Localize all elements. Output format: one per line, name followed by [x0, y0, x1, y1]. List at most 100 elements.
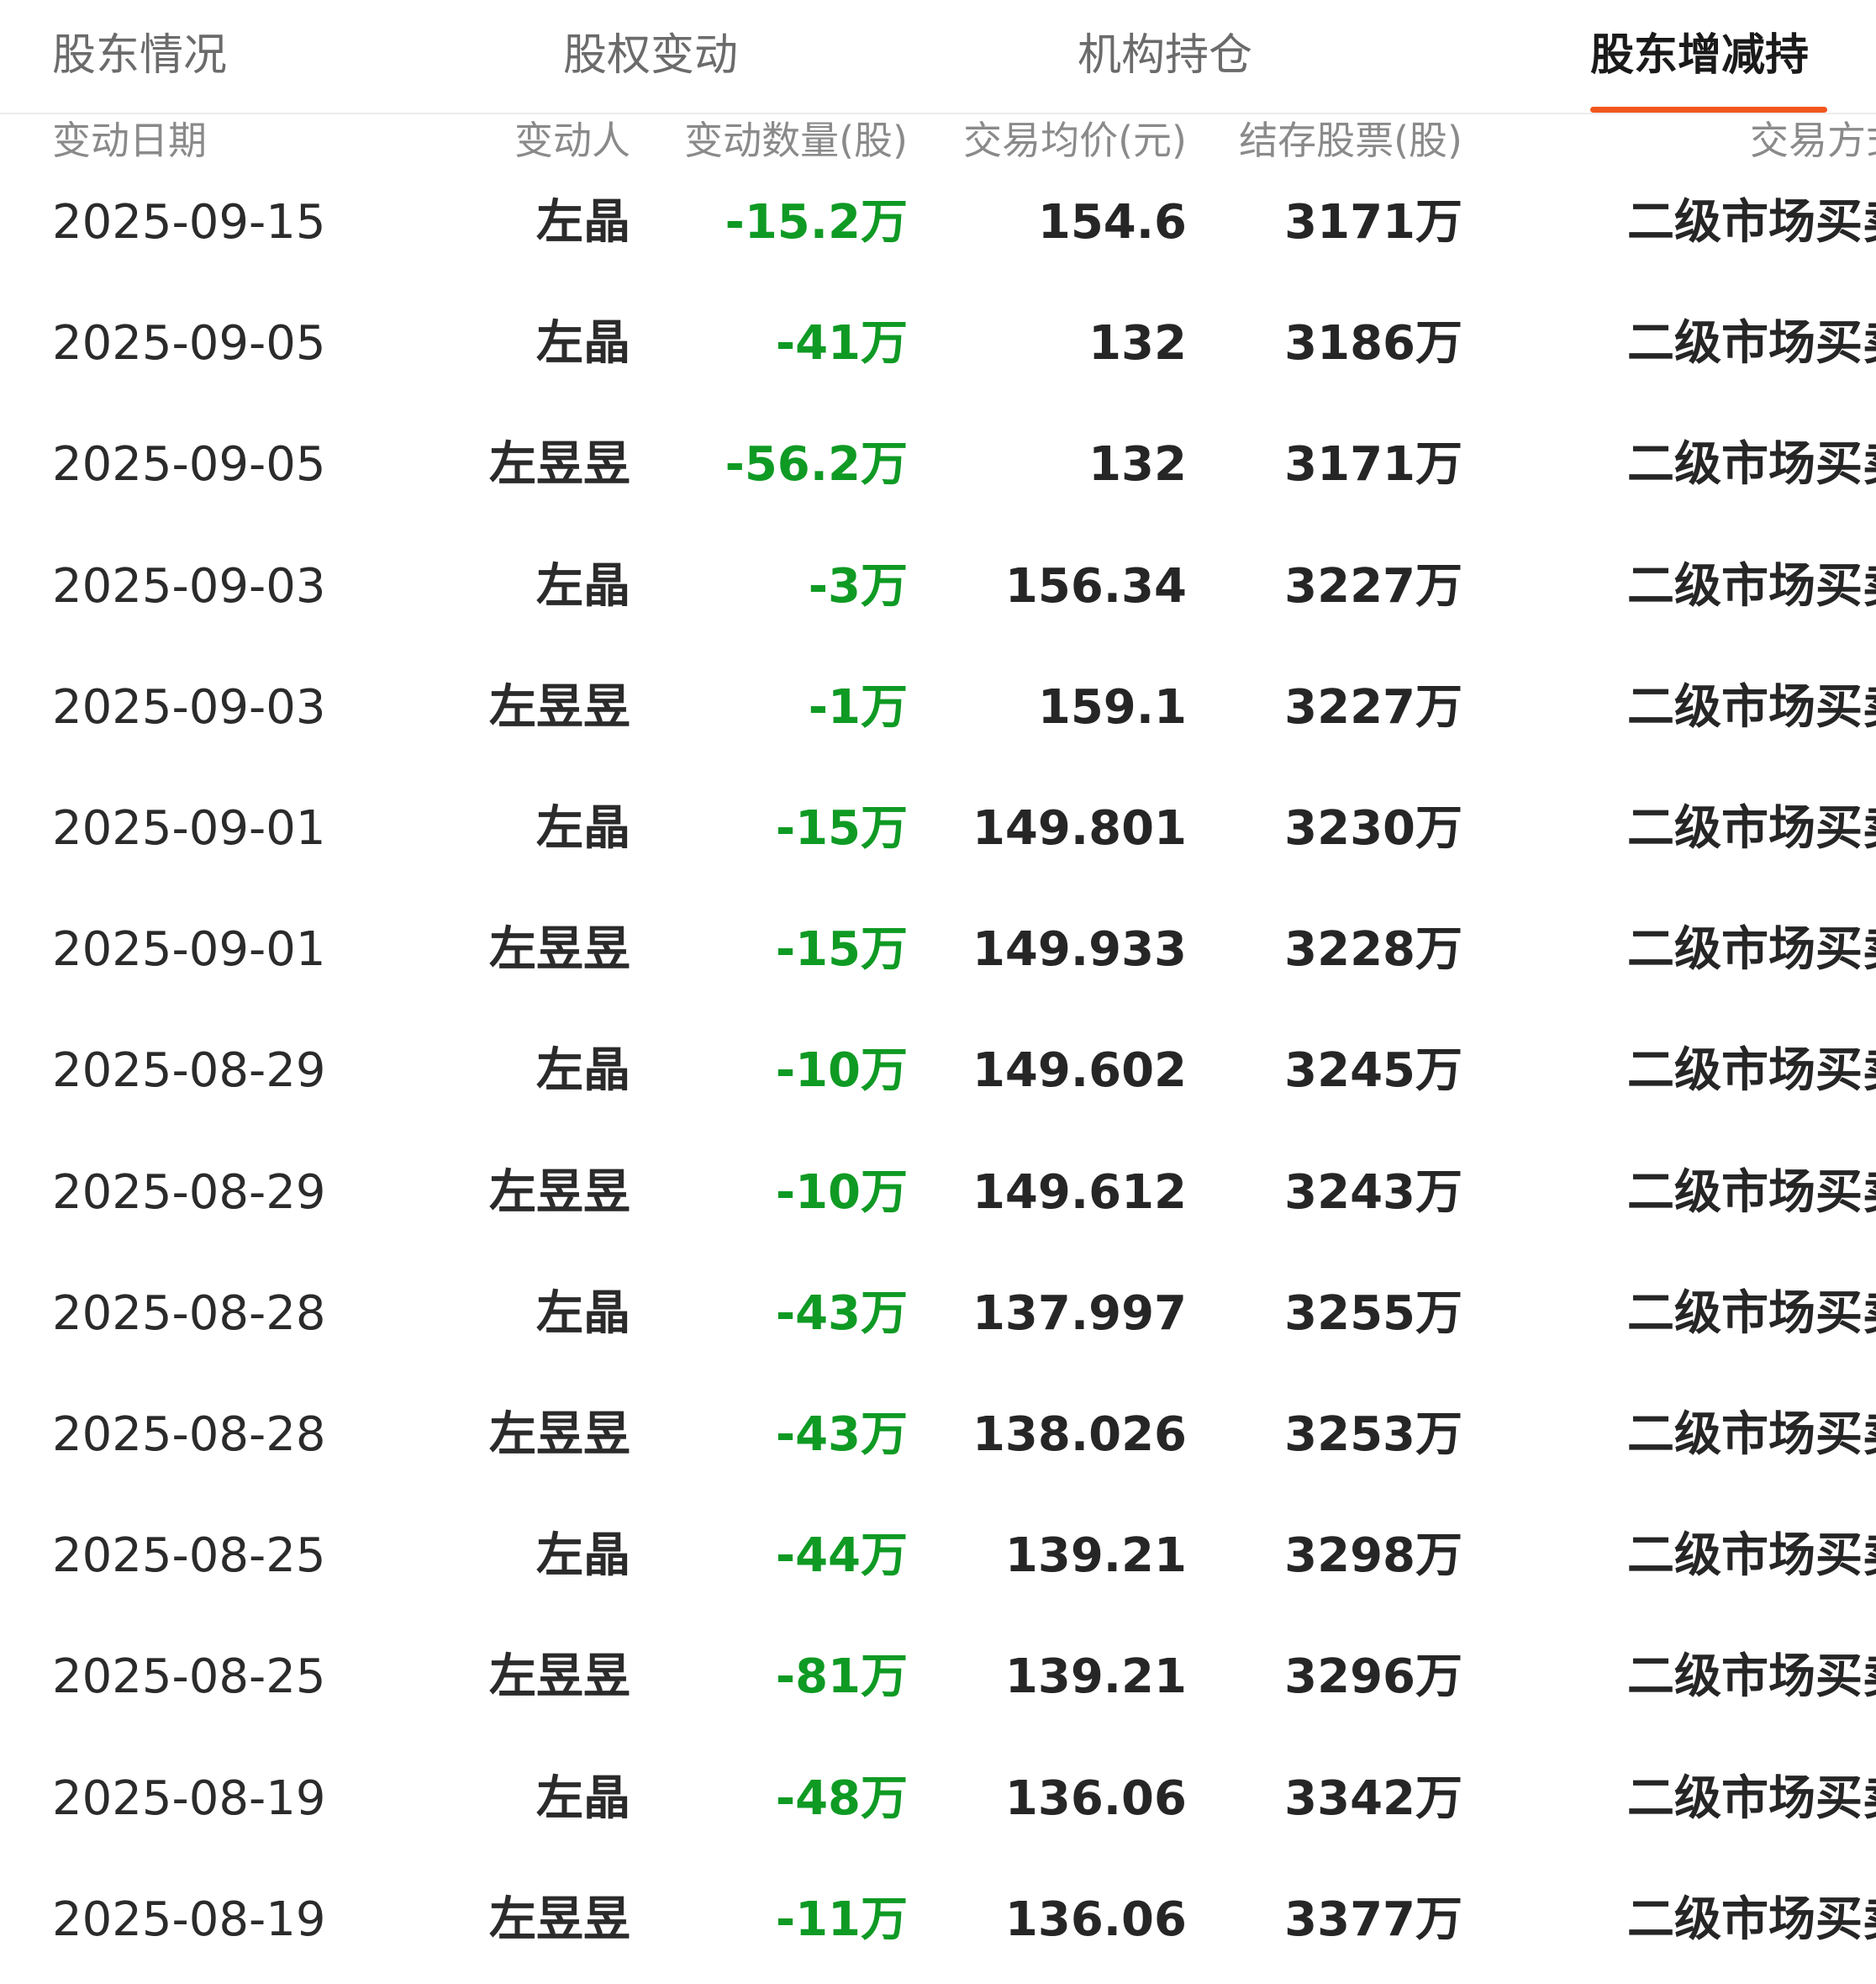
cell-change-date: 2025-08-28	[52, 1407, 326, 1462]
cell-avg-price: 137.997	[972, 1285, 1187, 1341]
cell-holding: 3227万	[1284, 679, 1462, 735]
cell-change-amount: -81万	[775, 1649, 908, 1705]
cell-changer: 左晶	[536, 316, 630, 372]
cell-change-amount: -43万	[775, 1407, 908, 1462]
cell-change-amount: -44万	[775, 1528, 908, 1584]
cell-trade-method: 二级市场买卖	[1627, 1043, 1876, 1099]
table-row[interactable]: 2025-08-25 左昱昱 -81万 139.21 3296万 二级市场买卖	[0, 1616, 1876, 1738]
cell-changer: 左昱昱	[489, 679, 630, 735]
cell-avg-price: 156.34	[1004, 558, 1187, 614]
cell-holding: 3186万	[1284, 316, 1462, 372]
cell-trade-method: 二级市场买卖	[1627, 316, 1876, 372]
cell-change-date: 2025-08-29	[52, 1164, 326, 1220]
table-row[interactable]: 2025-08-25 左晶 -44万 139.21 3298万 二级市场买卖	[0, 1495, 1876, 1617]
cell-changer: 左晶	[536, 1285, 630, 1341]
table-row[interactable]: 2025-09-03 左晶 -3万 156.34 3227万 二级市场买卖	[0, 525, 1876, 647]
table-row[interactable]: 2025-09-05 左晶 -41万 132 3186万 二级市场买卖	[0, 282, 1876, 404]
cell-holding: 3253万	[1284, 1407, 1462, 1462]
tab-shareholder-increase-decrease[interactable]: 股东增减持	[1590, 22, 1809, 89]
tab-bar: 股东情况 股权变动 机构持仓 股东增减持	[0, 0, 1876, 114]
cell-avg-price: 132	[1088, 437, 1187, 493]
holding-change-table[interactable]: 变动日期 变动人 变动数量(股) 交易均价(元) 结存股票(股) 交易方式 20…	[0, 114, 1876, 1984]
cell-changer: 左昱昱	[489, 1164, 630, 1220]
cell-changer: 左昱昱	[489, 922, 630, 978]
cell-change-date: 2025-08-19	[52, 1892, 326, 1947]
cell-changer: 左晶	[536, 195, 630, 250]
table-row[interactable]: 2025-09-01 左昱昱 -15万 149.933 3228万 二级市场买卖	[0, 889, 1876, 1010]
cell-trade-method: 二级市场买卖	[1627, 1285, 1876, 1341]
cell-avg-price: 139.21	[1004, 1649, 1187, 1705]
tab-shareholder-info[interactable]: 股东情况	[52, 22, 227, 89]
cell-changer: 左晶	[536, 1528, 630, 1584]
cell-change-amount: -41万	[775, 316, 908, 372]
tab-institution-holdings[interactable]: 机构持仓	[1078, 22, 1252, 89]
table-row[interactable]: 2025-08-28 左晶 -43万 137.997 3255万 二级市场买卖	[0, 1253, 1876, 1375]
table-row[interactable]: 2025-09-03 左昱昱 -1万 159.1 3227万 二级市场买卖	[0, 646, 1876, 768]
cell-avg-price: 138.026	[972, 1407, 1187, 1462]
cell-holding: 3377万	[1284, 1892, 1462, 1947]
table-row[interactable]: 2025-09-15 左晶 -15.2万 154.6 3171万 二级市场买卖	[0, 161, 1876, 283]
cell-holding: 3296万	[1284, 1649, 1462, 1705]
cell-trade-method: 二级市场买卖	[1627, 801, 1876, 856]
tab-equity-change[interactable]: 股权变动	[563, 22, 738, 89]
table-row[interactable]: 2025-08-19 左晶 -48万 136.06 3342万 二级市场买卖	[0, 1738, 1876, 1860]
table-row[interactable]: 2025-08-28 左昱昱 -43万 138.026 3253万 二级市场买卖	[0, 1374, 1876, 1496]
cell-change-amount: -15.2万	[725, 195, 908, 250]
cell-change-date: 2025-09-15	[52, 195, 326, 250]
cell-change-date: 2025-09-03	[52, 679, 326, 735]
cell-change-date: 2025-08-19	[52, 1770, 326, 1826]
cell-change-date: 2025-09-01	[52, 922, 326, 978]
cell-holding: 3228万	[1284, 922, 1462, 978]
active-tab-indicator	[1590, 107, 1827, 113]
cell-changer: 左昱昱	[489, 1649, 630, 1705]
cell-avg-price: 136.06	[1004, 1770, 1187, 1826]
cell-holding: 3171万	[1284, 195, 1462, 250]
cell-change-date: 2025-08-28	[52, 1285, 326, 1341]
cell-changer: 左昱昱	[489, 437, 630, 493]
cell-trade-method: 二级市场买卖	[1627, 1770, 1876, 1826]
table-row[interactable]: 2025-08-19 左昱昱 -11万 136.06 3377万 二级市场买卖	[0, 1859, 1876, 1981]
cell-holding: 3245万	[1284, 1043, 1462, 1099]
cell-trade-method: 二级市场买卖	[1627, 679, 1876, 735]
cell-changer: 左昱昱	[489, 1892, 630, 1947]
cell-changer: 左晶	[536, 1770, 630, 1826]
cell-avg-price: 149.612	[972, 1164, 1187, 1220]
cell-changer: 左晶	[536, 558, 630, 614]
cell-change-date: 2025-08-25	[52, 1649, 326, 1705]
table-row[interactable]: 2025-08-29 左晶 -10万 149.602 3245万 二级市场买卖	[0, 1010, 1876, 1132]
cell-change-amount: -3万	[808, 558, 908, 614]
cell-trade-method: 二级市场买卖	[1627, 437, 1876, 493]
cell-change-amount: -15万	[775, 922, 908, 978]
cell-change-date: 2025-09-01	[52, 801, 326, 856]
cell-trade-method: 二级市场买卖	[1627, 1164, 1876, 1220]
cell-avg-price: 139.21	[1004, 1528, 1187, 1584]
cell-trade-method: 二级市场买卖	[1627, 1892, 1876, 1947]
cell-avg-price: 149.801	[972, 801, 1187, 856]
cell-holding: 3255万	[1284, 1285, 1462, 1341]
cell-trade-method: 二级市场买卖	[1627, 1407, 1876, 1462]
cell-change-date: 2025-09-03	[52, 558, 326, 614]
cell-trade-method: 二级市场买卖	[1627, 558, 1876, 614]
table-row[interactable]: 2025-09-05 左昱昱 -56.2万 132 3171万 二级市场买卖	[0, 404, 1876, 525]
cell-trade-method: 二级市场买卖	[1627, 1649, 1876, 1705]
cell-change-amount: -15万	[775, 801, 908, 856]
cell-trade-method: 二级市场买卖	[1627, 922, 1876, 978]
cell-change-amount: -48万	[775, 1770, 908, 1826]
cell-holding: 3243万	[1284, 1164, 1462, 1220]
table-row[interactable]: 2025-08-29 左昱昱 -10万 149.612 3243万 二级市场买卖	[0, 1132, 1876, 1253]
cell-change-date: 2025-09-05	[52, 437, 326, 493]
cell-change-amount: -1万	[808, 679, 908, 735]
cell-change-amount: -43万	[775, 1285, 908, 1341]
table-row[interactable]: 2025-09-01 左晶 -15万 149.801 3230万 二级市场买卖	[0, 768, 1876, 889]
cell-change-amount: -10万	[775, 1164, 908, 1220]
cell-avg-price: 149.602	[972, 1043, 1187, 1099]
cell-changer: 左晶	[536, 801, 630, 856]
cell-change-amount: -56.2万	[725, 437, 908, 493]
cell-holding: 3230万	[1284, 801, 1462, 856]
cell-avg-price: 136.06	[1004, 1892, 1187, 1947]
cell-trade-method: 二级市场买卖	[1627, 1528, 1876, 1584]
cell-avg-price: 159.1	[1037, 679, 1187, 735]
cell-change-amount: -11万	[775, 1892, 908, 1947]
cell-avg-price: 154.6	[1037, 195, 1187, 250]
cell-change-date: 2025-09-05	[52, 316, 326, 372]
